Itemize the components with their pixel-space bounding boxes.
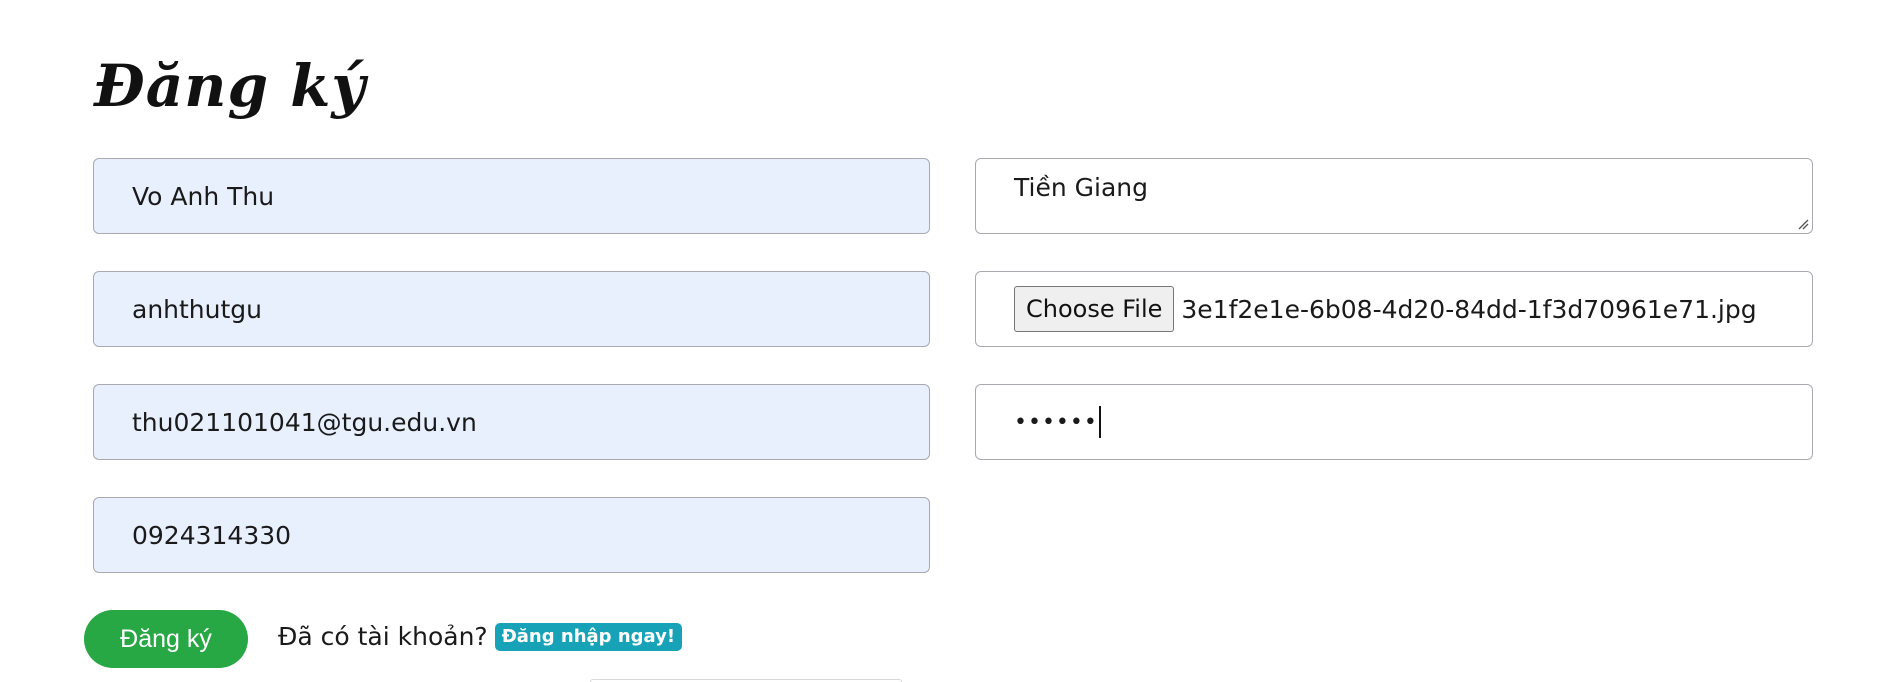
choose-file-button[interactable]: Choose File <box>1014 286 1175 332</box>
username-value: anhthutgu <box>132 294 263 324</box>
username-input[interactable]: anhthutgu <box>93 271 930 347</box>
register-page: Đăng ký Vo Anh Thu anhthutgu thu02110104… <box>0 0 1889 682</box>
avatar-file-input[interactable]: Choose File 3e1f2e1e-6b08-4d20-84dd-1f3d… <box>975 271 1813 347</box>
resize-grip-icon[interactable] <box>1797 218 1809 230</box>
password-input[interactable]: •••••• <box>975 384 1813 460</box>
fullname-value: Vo Anh Thu <box>132 181 275 211</box>
register-submit-button[interactable]: Đăng ký <box>84 610 248 668</box>
page-title: Đăng ký <box>94 52 367 120</box>
login-prompt: Đã có tài khoản? Đăng nhập ngay! <box>278 622 683 651</box>
selected-file-name: 3e1f2e1e-6b08-4d20-84dd-1f3d70961e71.jpg <box>1181 294 1757 324</box>
login-now-link[interactable]: Đăng nhập ngay! <box>494 622 683 651</box>
phone-input[interactable]: 0924314330 <box>93 497 930 573</box>
address-value: Tiền Giang <box>1014 173 1148 202</box>
email-input[interactable]: thu021101041@tgu.edu.vn <box>93 384 930 460</box>
password-masked-value: •••••• <box>1014 409 1098 435</box>
have-account-text: Đã có tài khoản? <box>278 622 488 651</box>
email-value: thu021101041@tgu.edu.vn <box>132 407 477 437</box>
text-caret <box>1098 406 1101 438</box>
fullname-input[interactable]: Vo Anh Thu <box>93 158 930 234</box>
phone-value: 0924314330 <box>132 520 292 550</box>
address-textarea[interactable]: Tiền Giang <box>975 158 1813 234</box>
